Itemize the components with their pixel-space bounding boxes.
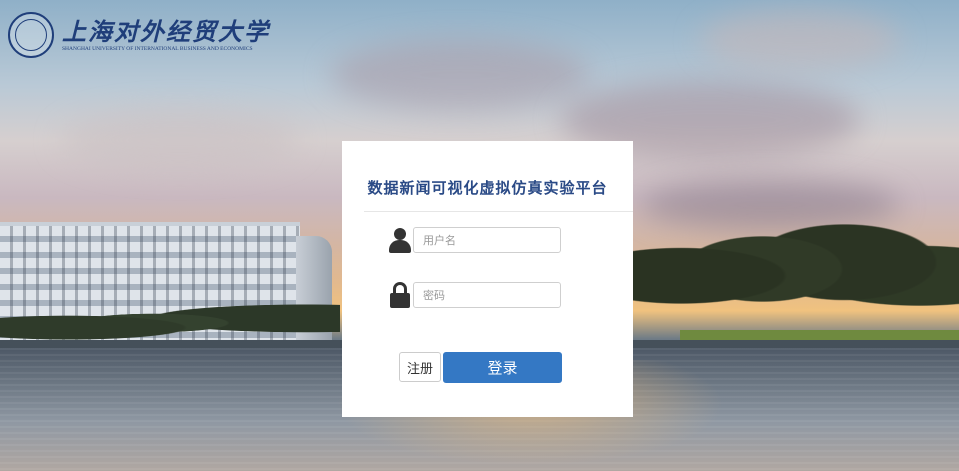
- university-logo: 上海对外经贸大学 SHANGHAI UNIVERSITY OF INTERNAT…: [8, 12, 270, 58]
- register-button[interactable]: 注册: [399, 352, 441, 382]
- university-name-en: SHANGHAI UNIVERSITY OF INTERNATIONAL BUS…: [62, 46, 253, 52]
- login-panel: 数据新闻可视化虚拟仿真实验平台 注册 登录: [342, 141, 633, 417]
- lock-icon: [388, 282, 412, 308]
- username-input[interactable]: [413, 227, 561, 253]
- password-row: [388, 282, 561, 308]
- title-divider: [364, 211, 633, 212]
- cloud: [700, 10, 900, 70]
- login-button[interactable]: 登录: [443, 352, 562, 383]
- username-row: [388, 227, 561, 253]
- university-seal-icon: [8, 12, 54, 58]
- university-name: 上海对外经贸大学 SHANGHAI UNIVERSITY OF INTERNAT…: [62, 17, 270, 53]
- password-input[interactable]: [413, 282, 561, 308]
- user-icon: [388, 227, 412, 253]
- platform-title: 数据新闻可视化虚拟仿真实验平台: [367, 179, 608, 197]
- cloud: [330, 40, 590, 110]
- cloud: [60, 110, 300, 170]
- university-name-cn: 上海对外经贸大学: [62, 17, 270, 46]
